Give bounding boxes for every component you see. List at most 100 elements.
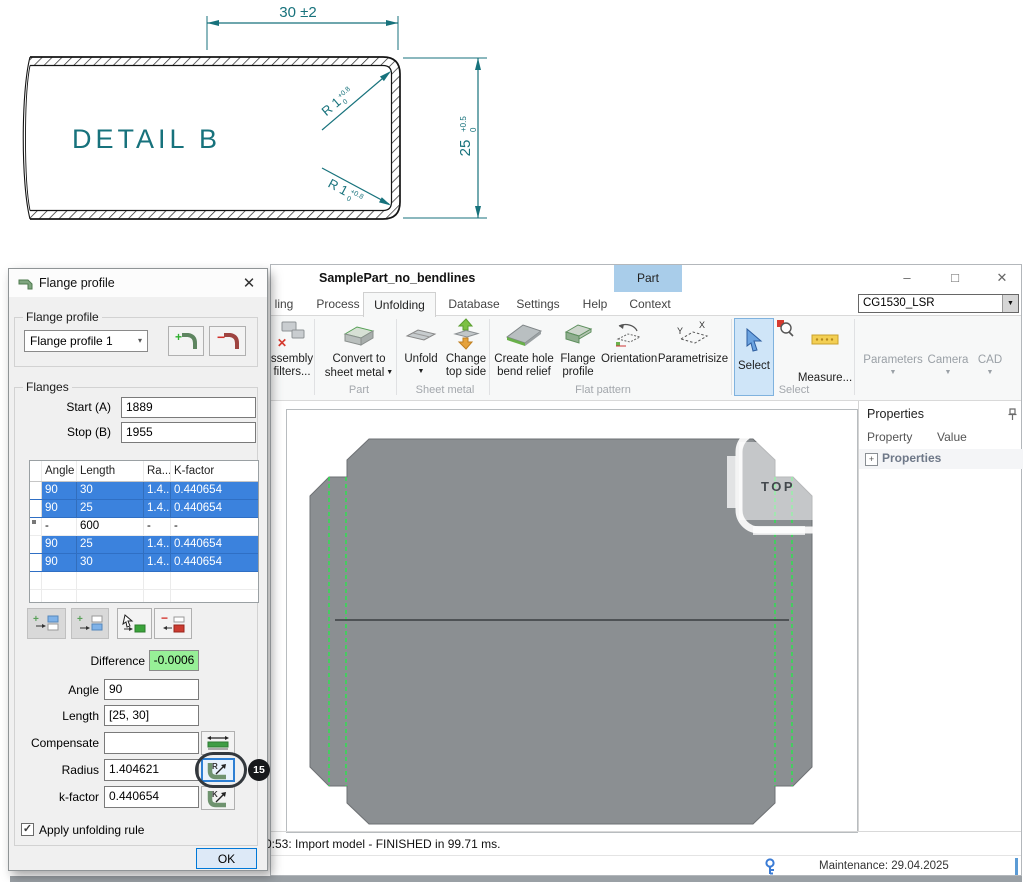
table-row[interactable]: 90301.4...0.440654 [30, 554, 258, 572]
close-button[interactable]: ✕ [991, 268, 1013, 288]
table-cell[interactable]: 1.4... [144, 536, 171, 553]
table-cell[interactable]: 0.440654 [171, 482, 259, 499]
tree-expand-icon[interactable]: + [865, 453, 878, 466]
table-row[interactable]: 90251.4...0.440654 [30, 536, 258, 554]
table-cell[interactable] [42, 572, 77, 589]
remove-row-button[interactable]: − [154, 608, 192, 639]
start-input[interactable]: 1889 [121, 397, 256, 418]
tab-context[interactable]: Context [621, 292, 679, 316]
row-selector-cell[interactable] [30, 518, 42, 535]
tab-process[interactable]: Process [311, 292, 365, 316]
length-input[interactable]: [25, 30] [104, 705, 199, 726]
tab-settings[interactable]: Settings [513, 292, 563, 316]
change-top-side-button[interactable]: Change top side [443, 318, 489, 379]
table-cell[interactable]: 25 [77, 536, 144, 553]
compensate-input[interactable] [104, 732, 199, 754]
pick-row-button[interactable] [117, 608, 152, 639]
table-cell[interactable]: 600 [77, 518, 144, 535]
angle-input[interactable]: 90 [104, 679, 199, 700]
table-cell[interactable]: - [171, 518, 259, 535]
stop-input[interactable]: 1955 [121, 422, 256, 443]
row-selector-cell[interactable] [30, 554, 42, 571]
angle-label: Angle [39, 683, 99, 697]
remove-profile-button[interactable]: − [209, 326, 246, 356]
radius-input[interactable]: 1.404621 [104, 759, 199, 781]
table-cell[interactable] [42, 590, 77, 603]
unfold-icon [401, 318, 441, 350]
insert-row-after-button[interactable]: + [71, 608, 109, 639]
table-cell[interactable]: 90 [42, 500, 77, 517]
table-cell[interactable]: 30 [77, 554, 144, 571]
table-cell[interactable]: 30 [77, 482, 144, 499]
create-hole-bend-relief-button[interactable]: Create hole bend relief [493, 318, 555, 379]
table-cell[interactable]: 1.4... [144, 554, 171, 571]
unfold-button[interactable]: Unfold ▼ [401, 318, 441, 375]
flange-profile-combo[interactable]: Flange profile 1 ▾ [24, 330, 148, 352]
kfactor-input[interactable]: 0.440654 [104, 786, 199, 808]
table-row[interactable]: 90251.4...0.440654 [30, 500, 258, 518]
flange-profile-button[interactable]: Flange profile [557, 318, 599, 379]
measure-button[interactable]: Measure... [794, 318, 856, 385]
table-row[interactable] [30, 572, 258, 590]
pin-icon[interactable] [1007, 408, 1018, 426]
row-selector-cell[interactable] [30, 536, 42, 553]
context-tab-part[interactable]: Part [614, 265, 682, 292]
table-cell[interactable]: - [42, 518, 77, 535]
unfold-label: Unfold [401, 353, 441, 366]
table-cell[interactable]: 25 [77, 500, 144, 517]
table-cell[interactable]: - [144, 518, 171, 535]
maintenance-date: Maintenance: 29.04.2025 [819, 860, 949, 872]
row-selector-cell[interactable] [30, 500, 42, 517]
convert-to-sheet-metal-button[interactable]: Convert to sheet metal▼ [324, 318, 394, 380]
table-cell[interactable]: 1.4... [144, 482, 171, 499]
properties-tree-row[interactable]: + Properties [859, 449, 1023, 469]
table-cell[interactable]: 90 [42, 536, 77, 553]
table-cell[interactable]: 90 [42, 482, 77, 499]
tab-unfolding[interactable]: Unfolding [363, 292, 436, 317]
kfactor-tool-button[interactable]: K [201, 786, 235, 810]
start-label: Start (A) [39, 400, 111, 414]
tab-modeling[interactable]: ling [271, 292, 297, 316]
table-cell[interactable] [171, 572, 259, 589]
dialog-close-icon[interactable]: ✕ [241, 274, 257, 292]
table-cell[interactable]: 0.440654 [171, 536, 259, 553]
table-cell[interactable]: 0.440654 [171, 554, 259, 571]
table-row[interactable]: 90301.4...0.440654 [30, 482, 258, 500]
flange-profile-group-label: Flange profile [23, 310, 102, 324]
length-label: Length [39, 709, 99, 723]
row-selector-cell[interactable] [30, 590, 42, 603]
table-cell[interactable] [77, 590, 144, 603]
tab-help[interactable]: Help [577, 292, 613, 316]
parameters-button[interactable]: Parameters ▼ [863, 318, 923, 376]
table-cell[interactable] [144, 590, 171, 603]
camera-button[interactable]: Camera ▼ [925, 318, 971, 376]
table-cell[interactable]: 90 [42, 554, 77, 571]
table-cell[interactable]: 1.4... [144, 500, 171, 517]
dialog-title-bar[interactable]: Flange profile ✕ [9, 269, 267, 297]
orientation-button[interactable]: Orientation [601, 318, 655, 366]
table-cell[interactable] [171, 590, 259, 603]
maximize-button[interactable]: □ [944, 268, 966, 288]
ok-button[interactable]: OK [196, 848, 257, 869]
add-profile-button[interactable]: + [168, 326, 204, 356]
table-cell[interactable]: 0.440654 [171, 500, 259, 517]
table-row[interactable]: -600-- [30, 518, 258, 536]
viewport-canvas[interactable]: TOP [286, 409, 858, 833]
chevron-down-icon[interactable]: ▼ [1002, 295, 1018, 312]
flange-table[interactable]: AngleLengthRa...K-factor 90301.4...0.440… [29, 460, 259, 603]
assembly-filters-button[interactable]: ✕ ssembly filters... [265, 318, 319, 379]
table-cell[interactable] [144, 572, 171, 589]
minimize-button[interactable]: – [896, 268, 918, 288]
insert-row-before-button[interactable]: + [27, 608, 66, 639]
machine-combo[interactable]: CG1530_LSR ▼ [858, 294, 1019, 313]
table-row[interactable] [30, 590, 258, 603]
svg-text:+: + [33, 614, 39, 625]
cad-button[interactable]: CAD ▼ [973, 318, 1007, 376]
zoom-select-icon[interactable] [776, 319, 794, 342]
apply-unfolding-rule-checkbox[interactable]: ✓ [21, 823, 34, 836]
parametrisize-button[interactable]: XY Parametrisize [657, 318, 729, 366]
row-selector-cell[interactable] [30, 572, 42, 589]
row-selector-cell[interactable] [30, 482, 42, 499]
tab-database[interactable]: Database [443, 292, 505, 316]
table-cell[interactable] [77, 572, 144, 589]
